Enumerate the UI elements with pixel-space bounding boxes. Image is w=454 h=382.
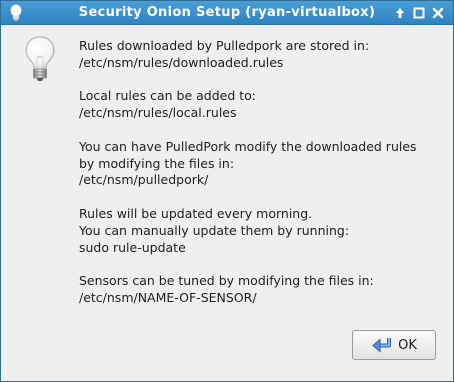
message-line: /etc/nsm/rules/downloaded.rules xyxy=(79,54,284,70)
message-line: /etc/nsm/pulledpork/ xyxy=(79,172,209,188)
message-paragraph: You can have PulledPork modify the downl… xyxy=(79,139,449,189)
message-paragraph: Rules will be updated every morning. You… xyxy=(79,206,449,256)
message-line: sudo rule-update xyxy=(79,239,186,255)
maximize-icon xyxy=(413,7,425,19)
message-line: Rules downloaded by Pulledpork are store… xyxy=(79,38,370,53)
message-line: You can manually update them by running: xyxy=(79,222,350,238)
title-bar[interactable]: Security Onion Setup (ryan-virtualbox) xyxy=(1,1,453,25)
message-text: Rules downloaded by Pulledpork are store… xyxy=(79,38,449,324)
message-paragraph: Local rules can be added to: /etc/nsm/ru… xyxy=(79,88,449,122)
window-title: Security Onion Setup (ryan-virtualbox) xyxy=(78,5,376,20)
message-line: Sensors can be tuned by modifying the fi… xyxy=(79,273,374,289)
message-line: /etc/nsm/rules/local.rules xyxy=(79,105,237,121)
close-button[interactable] xyxy=(430,5,446,21)
message-line: You can have PulledPork modify the downl… xyxy=(79,138,417,154)
return-arrow-icon xyxy=(372,338,392,353)
message-line: Rules will be updated every morning. xyxy=(79,205,313,221)
message-paragraph: Sensors can be tuned by modifying the fi… xyxy=(79,273,449,307)
message-line: /etc/nsm/NAME-OF-SENSOR/ xyxy=(79,289,257,305)
message-line: Local rules can be added to: xyxy=(79,88,256,104)
setup-dialog-window: Security Onion Setup (ryan-virtualbox) R… xyxy=(0,0,454,382)
lightbulb-icon xyxy=(25,36,55,81)
message-paragraph: Rules downloaded by Pulledpork are store… xyxy=(79,38,449,72)
close-icon xyxy=(432,7,444,19)
message-line: by modifying the files in: xyxy=(79,155,235,171)
ok-button[interactable]: OK xyxy=(352,330,436,360)
shade-button[interactable] xyxy=(392,5,408,21)
maximize-button[interactable] xyxy=(411,5,427,21)
arrow-up-icon xyxy=(396,8,404,18)
ok-button-label: OK xyxy=(398,337,417,353)
